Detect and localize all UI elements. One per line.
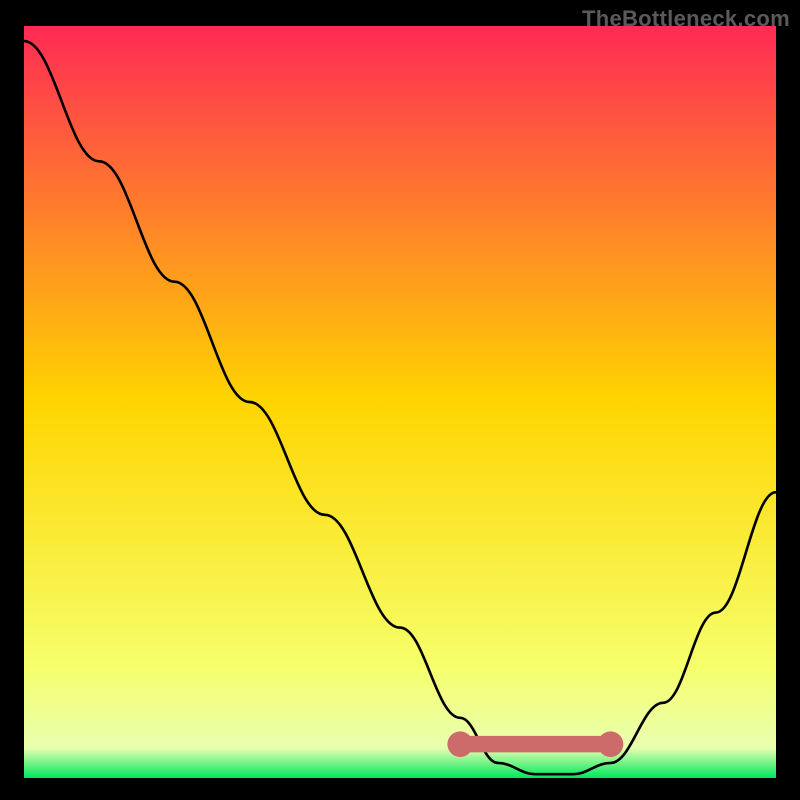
plot-area — [24, 26, 776, 778]
gradient-background — [24, 26, 776, 778]
attribution-text: TheBottleneck.com — [582, 6, 790, 32]
chart-container: TheBottleneck.com — [0, 0, 800, 800]
chart-svg — [24, 26, 776, 778]
